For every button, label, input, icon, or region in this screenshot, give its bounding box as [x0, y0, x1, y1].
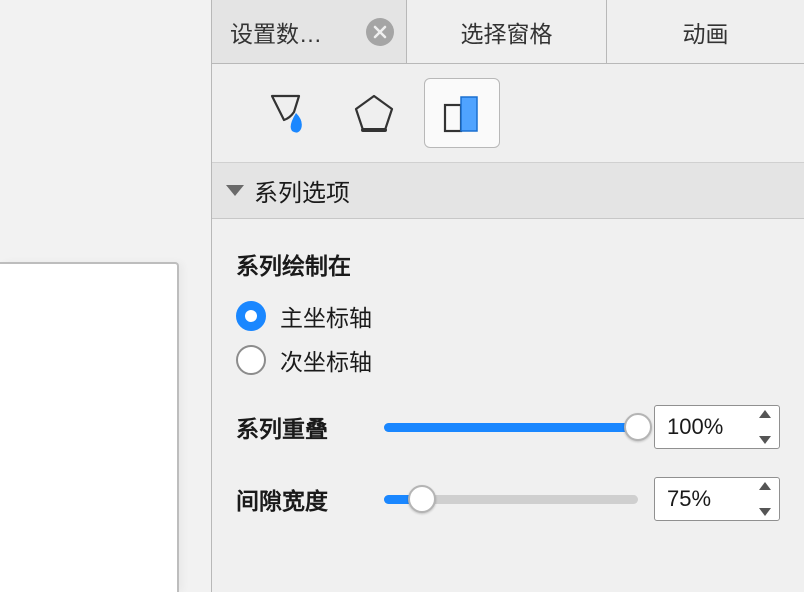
spinner-value: 75% [667, 486, 711, 512]
tab-animation[interactable]: 动画 [607, 0, 804, 63]
radio-indicator [236, 301, 266, 331]
canvas-area [0, 0, 211, 592]
slider-label: 系列重叠 [236, 410, 384, 444]
slider-thumb[interactable] [624, 413, 652, 441]
document-edge [0, 262, 179, 592]
bar-chart-icon [439, 91, 485, 135]
radio-secondary-axis[interactable]: 次坐标轴 [236, 343, 780, 377]
plot-on-title: 系列绘制在 [236, 247, 780, 281]
section-header-series-options[interactable]: 系列选项 [212, 163, 804, 219]
tab-selection-pane[interactable]: 选择窗格 [407, 0, 607, 63]
tab-format-data-series[interactable]: 设置数… [212, 0, 407, 63]
chevron-down-icon [226, 185, 244, 196]
radio-label: 主坐标轴 [280, 299, 372, 333]
tab-label: 设置数… [230, 15, 358, 49]
radio-primary-axis[interactable]: 主坐标轴 [236, 299, 780, 333]
section-title: 系列选项 [254, 173, 350, 208]
section-body: 系列绘制在 主坐标轴 次坐标轴 系列重叠 100% [212, 219, 804, 592]
format-category-toolbar [212, 64, 804, 163]
gap-width-slider[interactable] [384, 485, 638, 513]
tab-label: 选择窗格 [461, 15, 553, 49]
stepper-up-icon[interactable] [759, 410, 771, 418]
close-icon[interactable] [366, 18, 394, 46]
effects-button[interactable] [336, 78, 412, 148]
series-overlap-slider[interactable] [384, 413, 638, 441]
tab-label: 动画 [683, 15, 729, 49]
paint-drop-icon [265, 90, 307, 136]
slider-label: 间隙宽度 [236, 482, 384, 516]
fill-and-line-button[interactable] [248, 78, 324, 148]
series-overlap-spinner[interactable]: 100% [654, 405, 780, 449]
radio-label: 次坐标轴 [280, 343, 372, 377]
spinner-value: 100% [667, 414, 723, 440]
series-options-button[interactable] [424, 78, 500, 148]
slider-thumb[interactable] [408, 485, 436, 513]
gap-width-spinner[interactable]: 75% [654, 477, 780, 521]
radio-indicator [236, 345, 266, 375]
pentagon-icon [352, 91, 396, 135]
format-panel: 设置数… 选择窗格 动画 [211, 0, 804, 592]
stepper-up-icon[interactable] [759, 482, 771, 490]
stepper-down-icon[interactable] [759, 436, 771, 444]
stepper-down-icon[interactable] [759, 508, 771, 516]
gap-width-row: 间隙宽度 75% [236, 477, 780, 521]
series-overlap-row: 系列重叠 100% [236, 405, 780, 449]
panel-tabs: 设置数… 选择窗格 动画 [212, 0, 804, 64]
